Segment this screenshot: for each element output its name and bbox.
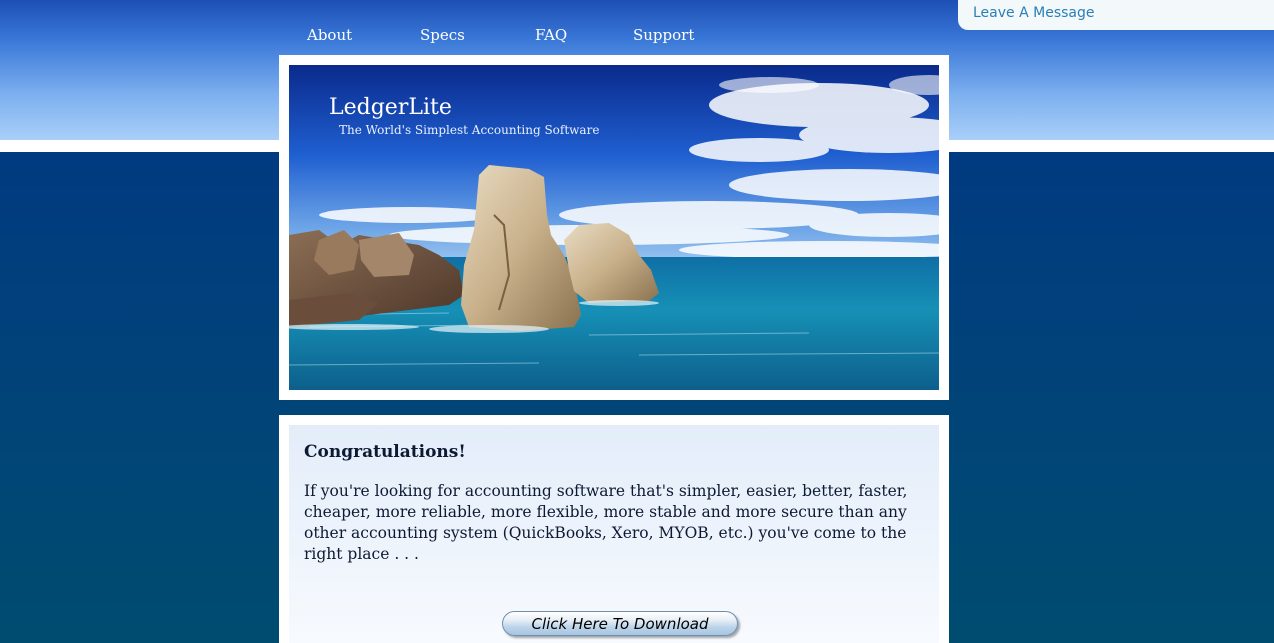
content-paragraph: If you're looking for accounting softwar… (304, 482, 908, 563)
content-box: Congratulations! If you're looking for a… (289, 425, 939, 643)
content-frame: Congratulations! If you're looking for a… (279, 415, 949, 643)
nav-faq-link[interactable]: FAQ (535, 26, 567, 44)
banner-frame: LedgerLite The World's Simplest Accounti… (279, 55, 949, 400)
brand-title: LedgerLite (329, 95, 452, 120)
download-button[interactable]: Click Here To Download (502, 611, 738, 636)
nav-specs-link[interactable]: Specs (420, 26, 465, 44)
leave-message-link[interactable]: Leave A Message (973, 5, 1094, 21)
brand-tagline: The World's Simplest Accounting Software (339, 123, 600, 137)
leave-message-tab[interactable]: Leave A Message (958, 0, 1274, 30)
nav-support-link[interactable]: Support (633, 26, 694, 44)
content-heading: Congratulations! (304, 442, 466, 462)
nav-about-link[interactable]: About (307, 26, 352, 44)
